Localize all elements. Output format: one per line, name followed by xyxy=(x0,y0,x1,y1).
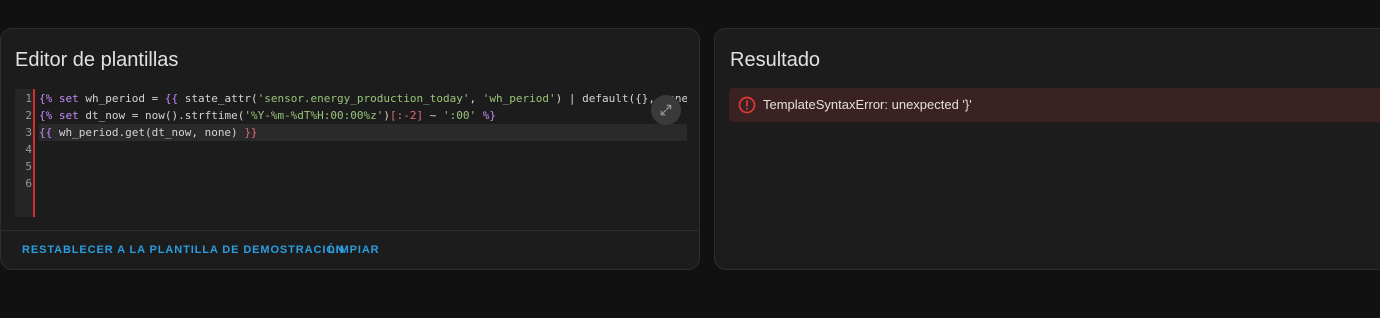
code-line[interactable]: {% set dt_now = now().strftime('%Y-%m-%d… xyxy=(39,107,687,124)
code-token: ~ xyxy=(423,109,444,122)
clear-button[interactable]: LIMPIAR xyxy=(328,244,380,256)
line-number: 5 xyxy=(25,160,32,173)
result-card: Resultado TemplateSyntaxError: unexpecte… xyxy=(714,28,1380,270)
code-token: {{ xyxy=(164,92,179,105)
code-token: wh_period.get(dt_now, none) xyxy=(52,126,245,139)
code-token: '%Y-%m-%dT%H:00:00%z' xyxy=(244,109,384,122)
code-token: }} xyxy=(244,126,258,139)
code-token: {% xyxy=(39,92,53,105)
template-editor-card: Editor de plantillas 1 2 3 4 5 6 {% set … xyxy=(0,28,700,270)
result-title: Resultado xyxy=(730,49,821,71)
code-token: %} xyxy=(482,109,497,122)
code-line[interactable] xyxy=(39,175,687,192)
code-line[interactable] xyxy=(39,141,687,158)
line-number: 6 xyxy=(25,177,32,190)
restore-demo-template-button[interactable]: RESTABLECER A LA PLANTILLA DE DEMOSTRACI… xyxy=(22,244,345,256)
code-token: wh_period = xyxy=(78,92,165,105)
code-token: ':00' xyxy=(443,109,477,122)
code-token: state_attr( xyxy=(178,92,258,105)
fullscreen-icon xyxy=(660,104,672,116)
code-editor[interactable]: 1 2 3 4 5 6 {% set wh_period = {{ state_… xyxy=(15,89,687,217)
code-line[interactable]: {% set wh_period = {{ state_attr('sensor… xyxy=(39,90,687,107)
line-number: 2 xyxy=(25,109,32,122)
code-line[interactable] xyxy=(39,158,687,175)
code-token: , xyxy=(469,92,483,105)
code-token: {% xyxy=(39,109,53,122)
code-token: {{ xyxy=(39,126,53,139)
error-alert: TemplateSyntaxError: unexpected '}' xyxy=(729,88,1380,122)
code-token: set xyxy=(58,109,79,122)
line-number: 1 xyxy=(25,92,32,105)
line-number: 4 xyxy=(25,143,32,156)
error-message: TemplateSyntaxError: unexpected '}' xyxy=(763,97,972,112)
card-actions-divider xyxy=(1,230,699,231)
line-number-gutter: 1 2 3 4 5 6 xyxy=(15,89,35,217)
code-token: 'sensor.energy_production_today' xyxy=(257,92,470,105)
code-token: set xyxy=(58,92,79,105)
alert-circle-icon xyxy=(738,96,756,114)
fullscreen-button[interactable] xyxy=(651,95,681,125)
editor-title: Editor de plantillas xyxy=(15,49,179,71)
code-token: [:-2] xyxy=(390,109,424,122)
code-token: dt_now = now().strftime( xyxy=(78,109,245,122)
code-token: 'wh_period' xyxy=(482,92,556,105)
code-line[interactable]: {{ wh_period.get(dt_now, none) }} xyxy=(39,124,687,141)
line-number: 3 xyxy=(25,126,32,139)
